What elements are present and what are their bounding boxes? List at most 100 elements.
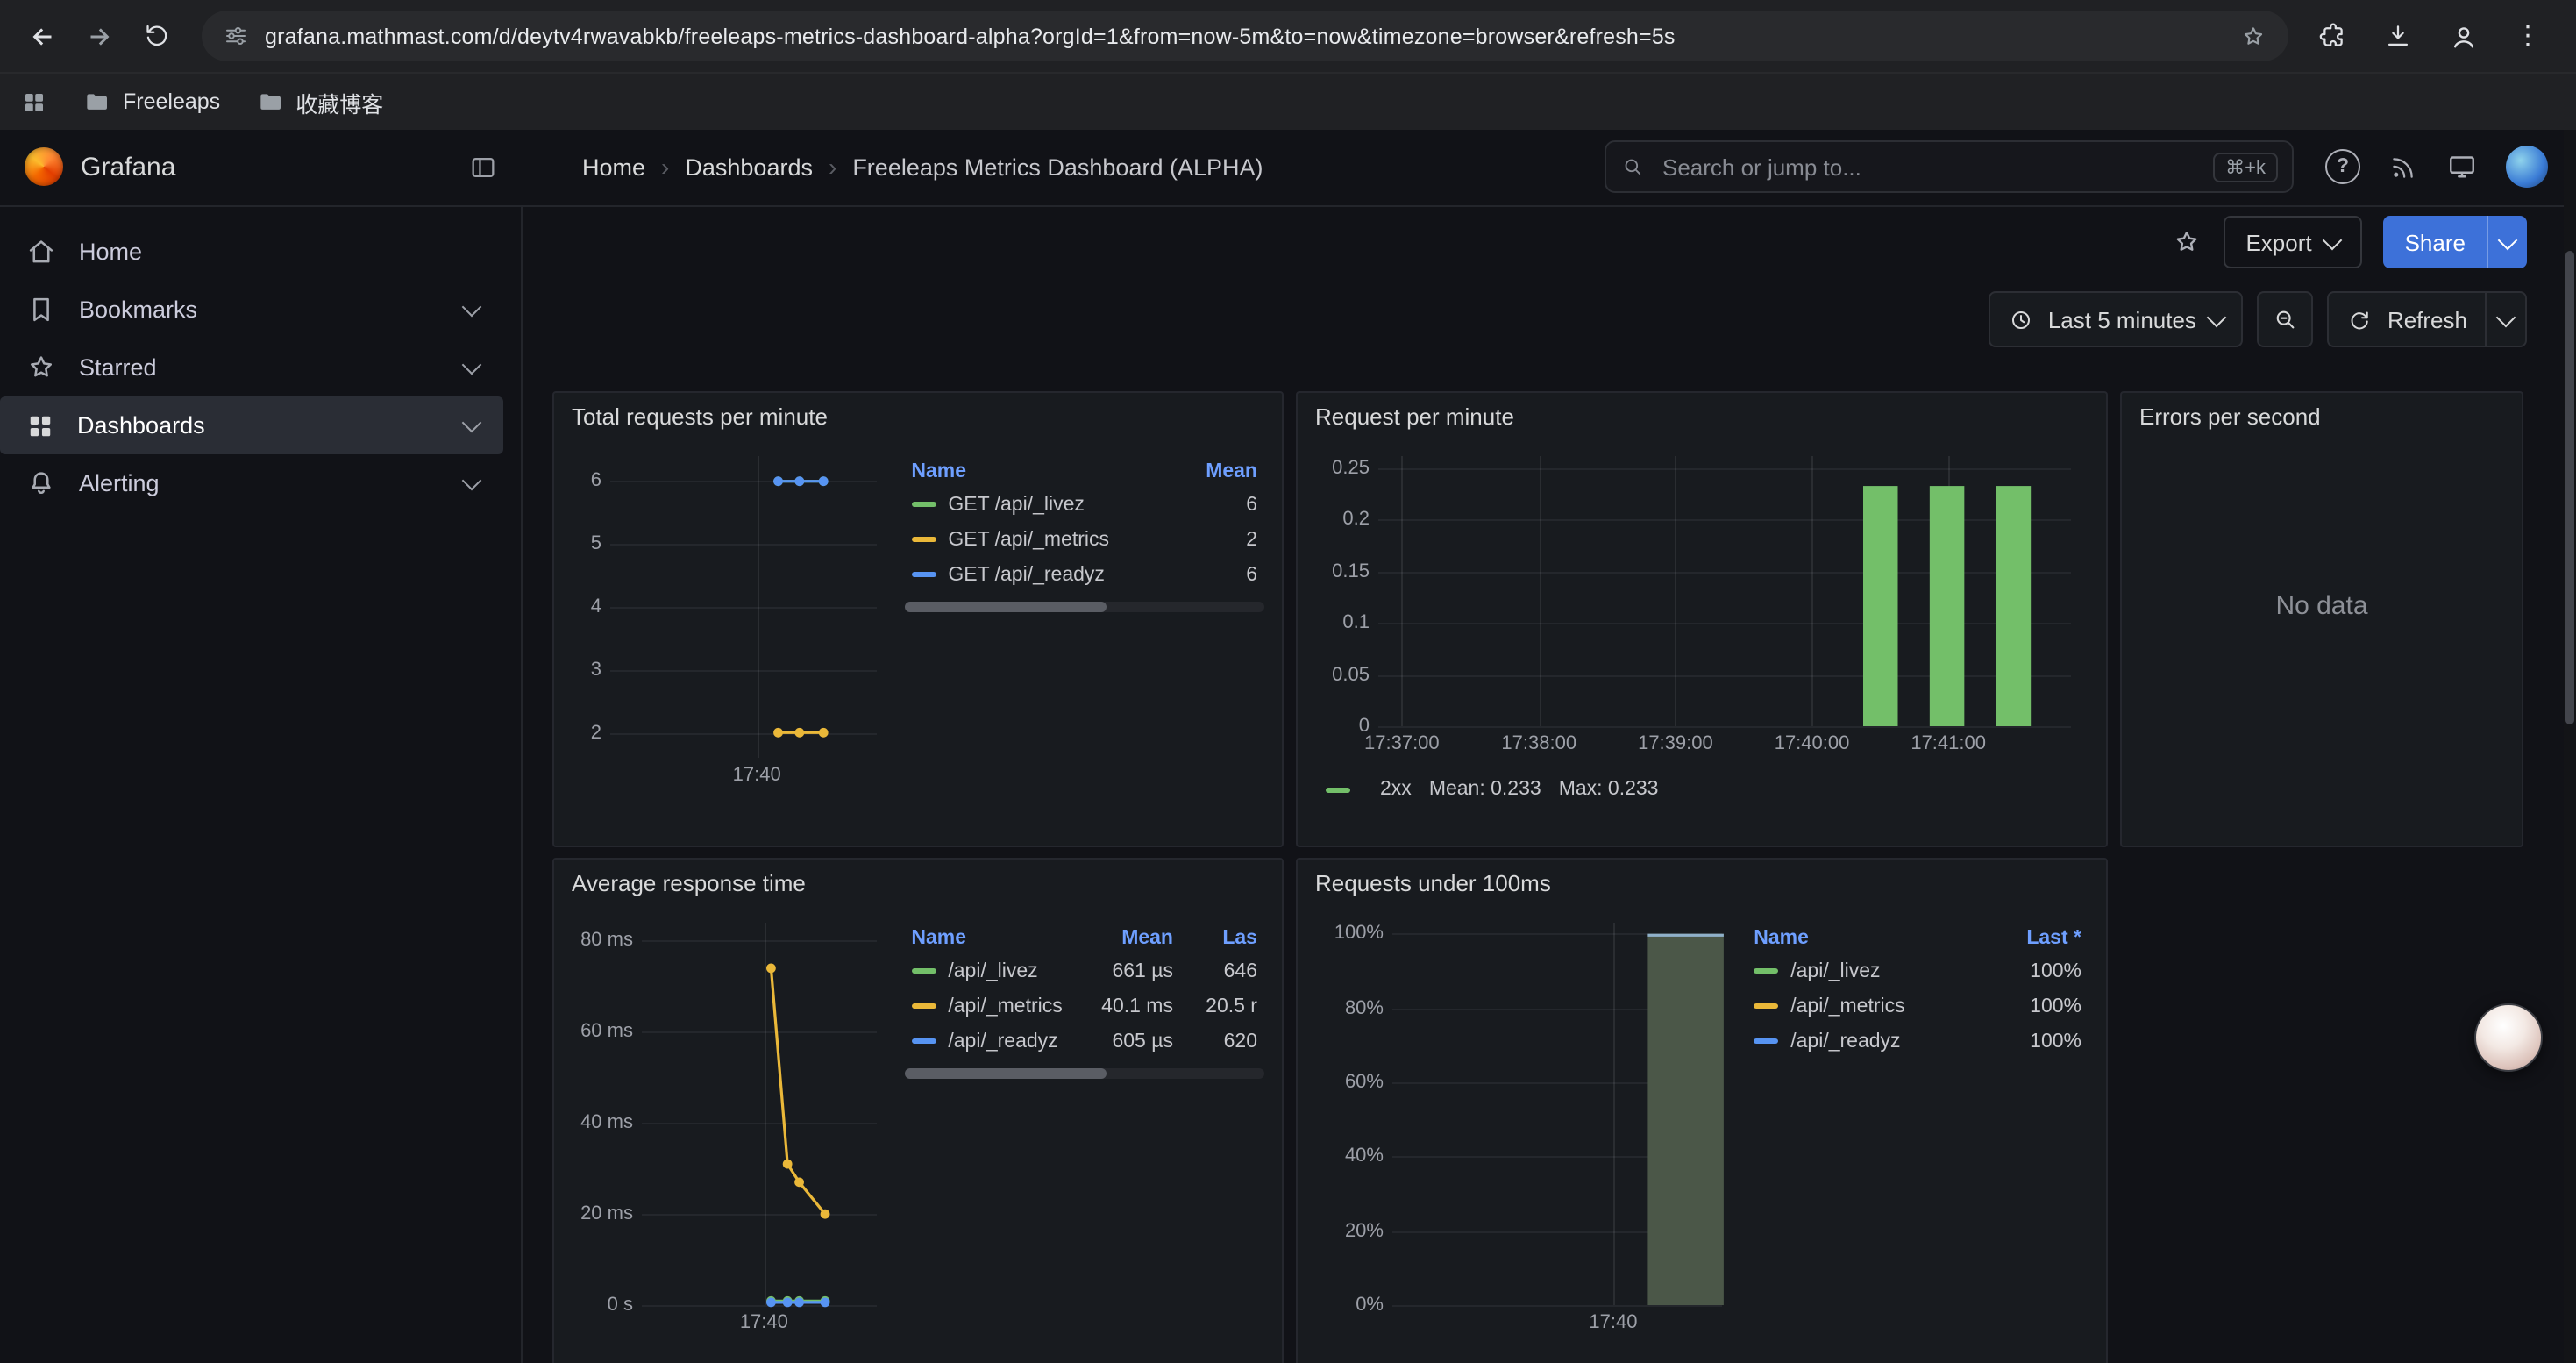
panel-title[interactable]: Total requests per minute [554, 393, 1282, 439]
gridline [1378, 726, 2071, 728]
legend-series-name[interactable]: GET /api/_readyz [948, 565, 1105, 586]
legend-series-name[interactable]: /api/_metrics [948, 996, 1062, 1017]
legend-column-header[interactable]: Las [1180, 923, 1264, 954]
zoom-out-button[interactable] [2258, 291, 2314, 347]
legend-row[interactable]: /api/_metrics40.1 ms20.5 r [904, 989, 1264, 1024]
share-menu-button[interactable] [2487, 216, 2527, 268]
address-bar[interactable]: grafana.mathmast.com/d/deytv4rwavabkb/fr… [202, 11, 2288, 61]
bookmark-icon [25, 293, 58, 326]
search-box[interactable]: ⌘+k [1605, 140, 2294, 193]
panel-title[interactable]: Request per minute [1298, 393, 2106, 439]
sidebar-item-starred[interactable]: Starred [0, 339, 503, 396]
y-axis-label: 40 ms [572, 1112, 633, 1133]
bookmark-folder-blogs[interactable]: 收藏博客 [255, 85, 383, 118]
search-input[interactable] [1659, 152, 2199, 182]
bookmark-folder-freeleaps[interactable]: Freeleaps [82, 88, 220, 116]
legend-row[interactable]: /api/_readyz605 µs620 [904, 1024, 1264, 1060]
legend-row[interactable]: /api/_metrics 100% [1747, 989, 2089, 1024]
chevron-down-icon[interactable] [465, 305, 479, 314]
legend-series-name[interactable]: GET /api/_metrics [948, 530, 1109, 551]
legend-value: 40.1 ms [1064, 989, 1180, 1024]
extensions-button[interactable] [2306, 9, 2360, 63]
sidebar-item-bookmarks[interactable]: Bookmarks [0, 281, 503, 339]
legend-scrollbar[interactable] [904, 1068, 1264, 1079]
legend-row[interactable]: /api/_livez661 µs646 [904, 954, 1264, 989]
export-button[interactable]: Export [2223, 216, 2362, 268]
site-controls-icon[interactable] [223, 23, 249, 49]
sidebar-item-alerting[interactable]: Alerting [0, 454, 503, 512]
y-axis-label: 6 [572, 471, 601, 492]
legend-table: NameLast */api/_livez100% /api/_metrics 10… [1747, 923, 2089, 1060]
legend-table-container: NameLast */api/_livez100% /api/_metrics 10… [1733, 905, 2089, 1060]
forward-button[interactable] [72, 9, 126, 63]
user-avatar[interactable] [2506, 146, 2548, 188]
apps-grid-icon[interactable] [21, 89, 47, 115]
legend-series-name[interactable]: /api/_readyz [1790, 1031, 1900, 1053]
home-icon [25, 235, 58, 268]
favorite-star-icon[interactable] [2170, 226, 2202, 258]
legend-column-header[interactable]: Name [1747, 923, 1994, 954]
breadcrumb-home[interactable]: Home [582, 153, 645, 180]
legend-column-header[interactable]: Name [904, 923, 1064, 954]
bar-series [1392, 923, 1722, 1305]
time-series-chart[interactable]: 6543217:40 [572, 456, 890, 789]
refresh-interval-button[interactable] [2485, 291, 2527, 347]
bar-chart[interactable]: 0.250.20.150.10.05017:37:0017:38:0017:39… [1315, 456, 2089, 758]
panel-title[interactable]: Average response time [554, 860, 1282, 905]
sidebar-item-dashboards[interactable]: Dashboards [0, 396, 503, 454]
panel-average-response-time: Average response time 80 ms60 ms40 ms20 … [552, 858, 1284, 1363]
breadcrumb-dashboards[interactable]: Dashboards [685, 153, 813, 180]
sidebar-item-home[interactable]: Home [0, 223, 503, 281]
bookmark-folder-label: 收藏博客 [295, 85, 383, 118]
dock-sidebar-icon[interactable] [468, 152, 498, 182]
panel-title[interactable]: Requests under 100ms [1298, 860, 2106, 905]
bookmark-star-icon[interactable] [2239, 22, 2267, 50]
legend-column-header[interactable]: Name [904, 456, 1159, 488]
legend-value: 100% [1994, 989, 2089, 1024]
chevron-down-icon[interactable] [465, 363, 479, 372]
news-rss-icon[interactable] [2388, 152, 2418, 182]
browser-menu-button[interactable]: ⋮ [2501, 9, 2555, 63]
legend-value: 2 [1159, 523, 1264, 558]
legend-row[interactable]: /api/_readyz100% [1747, 1024, 2089, 1060]
folder-icon [82, 88, 110, 116]
legend-mean: Mean: 0.233 [1429, 779, 1541, 800]
page-scrollbar[interactable] [2564, 128, 2576, 1363]
legend-column-header[interactable]: Last * [1994, 923, 2089, 954]
chevron-down-icon[interactable] [465, 479, 479, 488]
reload-button[interactable] [130, 9, 184, 63]
profile-button[interactable] [2436, 9, 2490, 63]
legend-column-header[interactable]: Mean [1159, 456, 1264, 488]
legend-series-name[interactable]: /api/_livez [948, 961, 1037, 982]
legend-row[interactable]: /api/_livez100% [1747, 954, 2089, 989]
time-range-picker[interactable]: Last 5 minutes [1989, 291, 2244, 347]
legend-series-name[interactable]: GET /api/_livez [948, 495, 1085, 516]
legend-series-name[interactable]: /api/_livez [1790, 961, 1880, 982]
legend-row[interactable]: GET /api/_readyz6 [904, 558, 1264, 593]
scrollbar-thumb[interactable] [904, 1068, 1106, 1079]
legend-series-name[interactable]: /api/_readyz [948, 1031, 1057, 1053]
downloads-button[interactable] [2371, 9, 2425, 63]
scrollbar-thumb[interactable] [904, 602, 1106, 612]
url-text[interactable]: grafana.mathmast.com/d/deytv4rwavabkb/fr… [265, 24, 2224, 48]
back-button[interactable] [14, 9, 68, 63]
apps-icon [25, 410, 56, 441]
bar-chart[interactable]: 100%80%60%40%20%0%17:40 [1315, 923, 1733, 1337]
share-button[interactable]: Share [2384, 216, 2487, 268]
y-axis-label: 80 ms [572, 931, 633, 952]
legend-series-name[interactable]: /api/_metrics [1790, 996, 1904, 1017]
refresh-button[interactable]: Refresh [2328, 291, 2485, 347]
grafana-logo-icon[interactable] [25, 147, 63, 186]
panel-title[interactable]: Errors per second [2122, 393, 2522, 439]
display-icon[interactable] [2446, 151, 2478, 182]
legend-series-name[interactable]: 2xx [1380, 779, 1412, 800]
legend-column-header[interactable]: Mean [1064, 923, 1180, 954]
legend-row[interactable]: GET /api/_livez6 [904, 488, 1264, 523]
floating-assistant-avatar[interactable] [2474, 1003, 2543, 1072]
legend-scrollbar[interactable] [904, 602, 1264, 612]
help-icon[interactable]: ? [2325, 149, 2360, 184]
scrollbar-thumb[interactable] [2565, 251, 2574, 724]
legend-row[interactable]: GET /api/_metrics 2 [904, 523, 1264, 558]
time-series-chart[interactable]: 80 ms60 ms40 ms20 ms0 s17:40 [572, 923, 890, 1337]
chevron-down-icon[interactable] [465, 421, 479, 430]
